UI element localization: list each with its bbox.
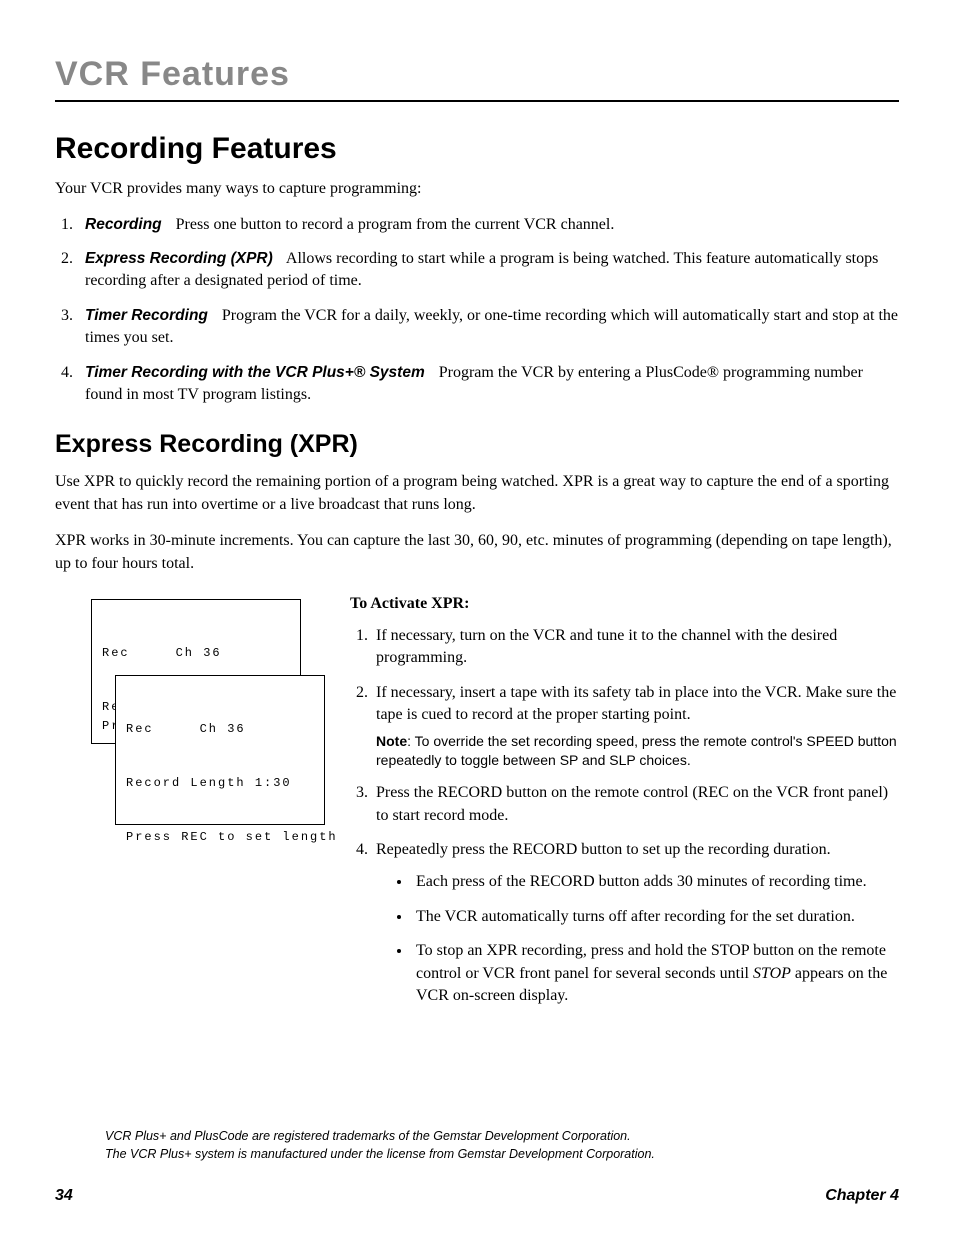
feature-desc: Press one button to record a program fro…: [176, 216, 615, 233]
steps-list: If necessary, turn on the VCR and tune i…: [350, 625, 899, 1007]
chapter-title: VCR Features: [55, 55, 899, 94]
xpr-paragraph-1: Use XPR to quickly record the remaining …: [55, 471, 899, 516]
note: Note: To override the set recording spee…: [376, 732, 899, 770]
osd-line: Press REC to set length: [126, 828, 314, 846]
heading-recording-features: Recording Features: [55, 132, 899, 166]
bullet-item: The VCR automatically turns off after re…: [412, 906, 899, 928]
feature-label: Recording: [85, 216, 162, 233]
osd-line: Record Length 1:30: [126, 774, 314, 792]
divider: [55, 100, 899, 102]
osd-line: Rec Ch 36: [126, 720, 314, 738]
feature-item: Timer Recording with the VCR Plus+® Syst…: [77, 362, 899, 407]
osd-illustration: Rec Ch 36 Record Length 0:00 Pr Rec Ch 3…: [55, 595, 320, 1019]
bullet-item: Each press of the RECORD button adds 30 …: [412, 871, 899, 893]
intro-paragraph: Your VCR provides many ways to capture p…: [55, 178, 899, 200]
step-text: Repeatedly press the RECORD button to se…: [376, 841, 831, 858]
feature-label: Timer Recording with the VCR Plus+® Syst…: [85, 364, 425, 381]
heading-express-recording: Express Recording (XPR): [55, 430, 899, 459]
step-item: If necessary, turn on the VCR and tune i…: [372, 625, 899, 670]
footnotes: VCR Plus+ and PlusCode are registered tr…: [105, 1128, 655, 1163]
feature-label: Express Recording (XPR): [85, 250, 273, 267]
feature-item: Recording Press one button to record a p…: [77, 214, 899, 236]
page-number: 34: [55, 1187, 73, 1205]
feature-item: Express Recording (XPR) Allows recording…: [77, 248, 899, 293]
osd-line: Rec Ch 36: [102, 644, 290, 662]
step-item: Press the RECORD button on the remote co…: [372, 782, 899, 827]
activate-heading: To Activate XPR:: [350, 595, 899, 613]
step-item: Repeatedly press the RECORD button to se…: [372, 839, 899, 1007]
feature-item: Timer Recording Program the VCR for a da…: [77, 305, 899, 350]
footnote-line: The VCR Plus+ system is manufactured und…: [105, 1146, 655, 1164]
sub-bullets: Each press of the RECORD button adds 30 …: [376, 871, 899, 1007]
osd-screen-2: Rec Ch 36 Record Length 1:30 Press REC t…: [115, 675, 325, 825]
bullet-item: To stop an XPR recording, press and hold…: [412, 940, 899, 1007]
footnote-line: VCR Plus+ and PlusCode are registered tr…: [105, 1128, 655, 1146]
feature-label: Timer Recording: [85, 307, 208, 324]
chapter-label: Chapter 4: [825, 1187, 899, 1205]
bullet-emphasis: STOP: [753, 965, 791, 982]
step-item: If necessary, insert a tape with its saf…: [372, 682, 899, 771]
xpr-paragraph-2: XPR works in 30-minute increments. You c…: [55, 530, 899, 575]
features-list: Recording Press one button to record a p…: [55, 214, 899, 407]
note-text: : To override the set recording speed, p…: [376, 733, 897, 768]
page-footer: 34 Chapter 4: [55, 1187, 899, 1205]
step-text: If necessary, insert a tape with its saf…: [376, 684, 896, 723]
note-label: Note: [376, 733, 407, 749]
